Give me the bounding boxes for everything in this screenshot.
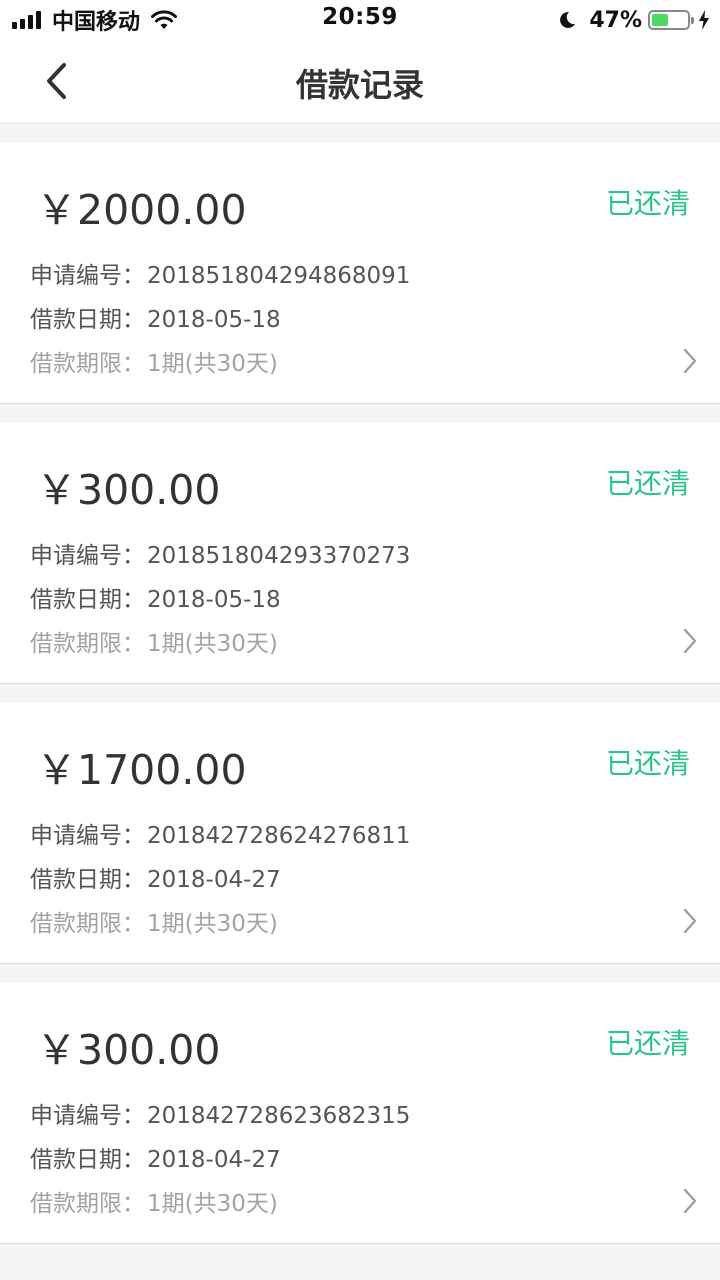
nav-bar: 借款记录 — [0, 40, 720, 124]
loan-date-value: 2018-04-27 — [147, 1147, 281, 1173]
loan-term-value: 1期(共30天) — [147, 1191, 278, 1217]
loan-record-card[interactable]: ￥2000.00 已还清 申请编号：201851804294868091 借款日… — [0, 142, 720, 404]
application-number-label: 申请编号： — [30, 543, 145, 569]
chevron-right-icon[interactable] — [680, 346, 700, 376]
chevron-right-icon[interactable] — [680, 906, 700, 936]
loan-term-value: 1期(共30天) — [147, 351, 278, 377]
loan-amount: ￥300.00 — [36, 1026, 221, 1074]
application-number-value: 201851804294868091 — [147, 263, 411, 289]
loan-date-label: 借款日期： — [30, 867, 145, 893]
charging-icon — [699, 10, 709, 30]
loan-term-value: 1期(共30天) — [147, 911, 278, 937]
loan-term-row: 借款期限：1期(共30天) — [30, 624, 278, 658]
application-number-value: 201842728624276811 — [147, 823, 411, 849]
loan-term-row: 借款期限：1期(共30天) — [30, 1184, 278, 1218]
loan-record-card[interactable]: ￥1700.00 已还清 申请编号：201842728624276811 借款日… — [0, 702, 720, 964]
loan-term-row: 借款期限：1期(共30天) — [30, 344, 278, 378]
application-number-row: 申请编号：201842728623682315 — [30, 1096, 410, 1130]
application-number-label: 申请编号： — [30, 823, 145, 849]
loan-date-value: 2018-04-27 — [147, 867, 281, 893]
loan-date-row: 借款日期：2018-05-18 — [30, 300, 281, 334]
loan-date-value: 2018-05-18 — [147, 587, 281, 613]
status-badge: 已还清 — [605, 187, 690, 220]
loan-date-label: 借款日期： — [30, 1147, 145, 1173]
battery-fill — [652, 14, 668, 26]
loan-date-label: 借款日期： — [30, 307, 145, 333]
battery-icon — [648, 10, 694, 30]
battery-percent: 47% — [589, 7, 642, 33]
application-number-value: 201851804293370273 — [147, 543, 411, 569]
loan-record-card[interactable]: ￥300.00 已还清 申请编号：201851804293370273 借款日期… — [0, 422, 720, 684]
loan-amount: ￥2000.00 — [36, 186, 247, 234]
application-number-row: 申请编号：201851804293370273 — [30, 536, 410, 570]
loan-record-card[interactable]: ￥300.00 已还清 申请编号：201842728623682315 借款日期… — [0, 982, 720, 1244]
status-bar: 中国移动 20:59 47% — [0, 0, 720, 40]
loan-term-label: 借款期限： — [30, 351, 145, 377]
application-number-row: 申请编号：201842728624276811 — [30, 816, 410, 850]
loan-term-value: 1期(共30天) — [147, 631, 278, 657]
loan-amount: ￥300.00 — [36, 466, 221, 514]
loan-date-row: 借款日期：2018-04-27 — [30, 1140, 281, 1174]
loan-date-value: 2018-05-18 — [147, 307, 281, 333]
application-number-row: 申请编号：201851804294868091 — [30, 256, 410, 290]
status-bar-right: 47% — [557, 6, 710, 34]
loan-term-label: 借款期限： — [30, 911, 145, 937]
chevron-right-icon[interactable] — [680, 1186, 700, 1216]
page-title: 借款记录 — [295, 66, 424, 104]
application-number-label: 申请编号： — [30, 1103, 145, 1129]
chevron-right-icon[interactable] — [680, 626, 700, 656]
loan-date-row: 借款日期：2018-05-18 — [30, 580, 281, 614]
loan-date-row: 借款日期：2018-04-27 — [30, 860, 281, 894]
application-number-value: 201842728623682315 — [147, 1103, 411, 1129]
application-number-label: 申请编号： — [30, 263, 145, 289]
loan-term-label: 借款期限： — [30, 631, 145, 657]
status-badge: 已还清 — [605, 747, 690, 780]
status-badge: 已还清 — [605, 1027, 690, 1060]
loan-term-label: 借款期限： — [30, 1191, 145, 1217]
loan-term-row: 借款期限：1期(共30天) — [30, 904, 278, 938]
record-list: ￥2000.00 已还清 申请编号：201851804294868091 借款日… — [0, 142, 720, 1262]
loan-amount: ￥1700.00 — [36, 746, 247, 794]
moon-icon — [560, 11, 576, 28]
loan-date-label: 借款日期： — [30, 587, 145, 613]
status-badge: 已还清 — [605, 467, 690, 500]
